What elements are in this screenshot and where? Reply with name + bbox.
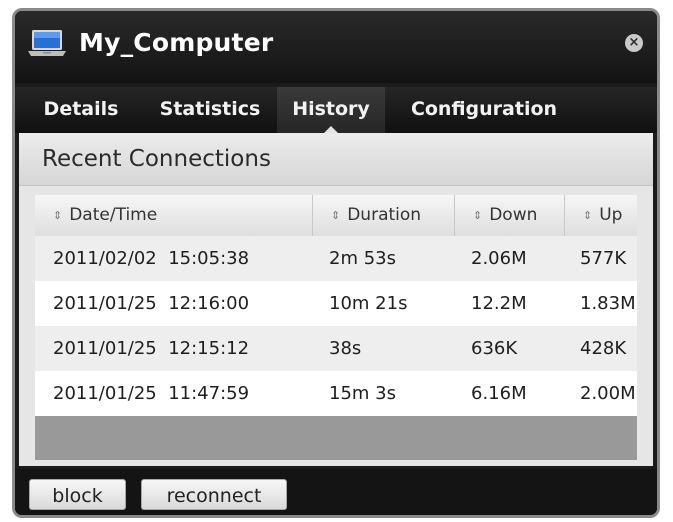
column-header-label: Duration xyxy=(347,205,422,225)
cell-duration: 2m 53s xyxy=(329,248,396,269)
sort-arrows-icon: ⇕ xyxy=(53,209,63,222)
table-row[interactable]: 2011/01/25 12:16:00 10m 21s 12.2M 1.83M xyxy=(35,281,637,326)
column-header-duration[interactable]: ⇕ Duration xyxy=(313,195,455,236)
table-row[interactable]: 2011/02/02 15:05:38 2m 53s 2.06M 577K xyxy=(35,236,637,281)
cell-datetime: 2011/01/25 11:47:59 xyxy=(53,383,250,404)
close-icon[interactable]: × xyxy=(625,34,643,52)
column-header-up[interactable]: ⇕ Up xyxy=(565,195,645,236)
column-header-down[interactable]: ⇕ Down xyxy=(455,195,565,236)
block-button[interactable]: block xyxy=(29,479,126,510)
cell-up: 428K xyxy=(580,338,627,359)
window-title: My_Computer xyxy=(79,28,274,57)
reconnect-button[interactable]: reconnect xyxy=(141,479,287,510)
section-header: Recent Connections xyxy=(19,133,653,186)
table-row[interactable]: 2011/01/25 12:15:12 38s 636K 428K xyxy=(35,326,637,371)
cell-up: 2.00M xyxy=(580,383,636,404)
column-header-label: Date/Time xyxy=(69,205,158,225)
laptop-icon xyxy=(28,30,66,56)
tab-history-label: History xyxy=(292,98,370,120)
sort-arrows-icon: ⇕ xyxy=(473,209,483,222)
connections-table: ⇕ Date/Time ⇕ Duration ⇕ Down ⇕ Up 2011/02/0… xyxy=(35,195,637,460)
cell-duration: 38s xyxy=(329,338,362,359)
cell-up: 1.83M xyxy=(580,293,636,314)
column-header-label: Down xyxy=(489,205,538,225)
tab-configuration[interactable]: Configuration xyxy=(399,87,569,133)
title-bar: My_Computer × xyxy=(15,11,657,83)
history-panel: Recent Connections ⇕ Date/Time ⇕ Duration … xyxy=(19,133,653,466)
cell-up: 577K xyxy=(580,248,627,269)
section-title: Recent Connections xyxy=(42,146,271,172)
cell-datetime: 2011/02/02 15:05:38 xyxy=(53,248,250,269)
device-window: My_Computer × Details Statistics History… xyxy=(12,8,660,518)
cell-down: 6.16M xyxy=(471,383,527,404)
footer-bar: block reconnect xyxy=(15,469,657,515)
cell-down: 2.06M xyxy=(471,248,527,269)
tab-history[interactable]: History xyxy=(277,87,385,134)
column-header-datetime[interactable]: ⇕ Date/Time xyxy=(35,195,313,236)
cell-down: 636K xyxy=(471,338,518,359)
column-header-label: Up xyxy=(599,205,623,225)
tab-bar: Details Statistics History Configuration xyxy=(15,87,657,134)
table-row[interactable]: 2011/01/25 11:47:59 15m 3s 6.16M 2.00M xyxy=(35,371,637,416)
tab-statistics[interactable]: Statistics xyxy=(145,87,275,133)
tab-details[interactable]: Details xyxy=(29,87,133,133)
table-header: ⇕ Date/Time ⇕ Duration ⇕ Down ⇕ Up xyxy=(35,195,637,236)
sort-arrows-icon: ⇕ xyxy=(331,209,341,222)
sort-arrows-icon: ⇕ xyxy=(583,209,593,222)
cell-datetime: 2011/01/25 12:15:12 xyxy=(53,338,250,359)
cell-duration: 10m 21s xyxy=(329,293,408,314)
cell-down: 12.2M xyxy=(471,293,527,314)
cell-duration: 15m 3s xyxy=(329,383,396,404)
cell-datetime: 2011/01/25 12:16:00 xyxy=(53,293,250,314)
